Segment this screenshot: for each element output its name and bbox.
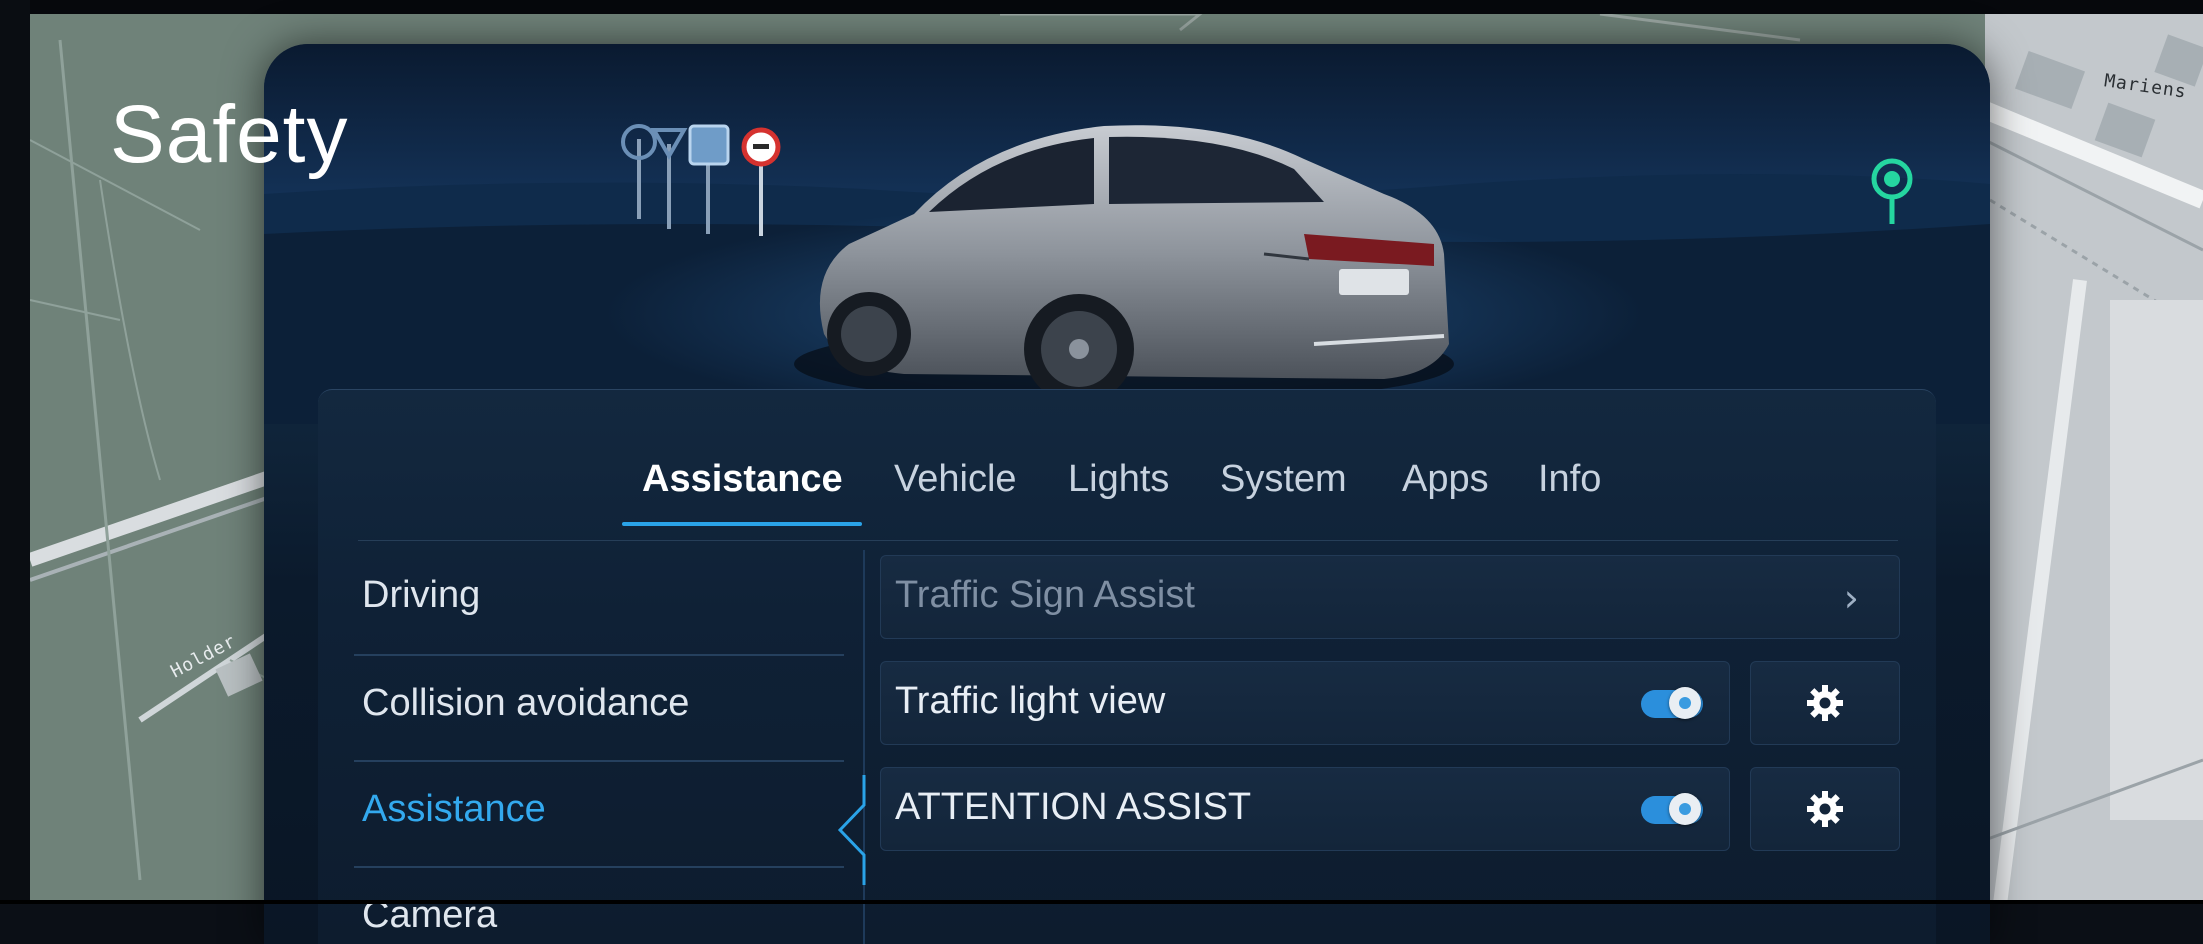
sidebar-item-label: Assistance [362,788,546,830]
traffic-sign-assist-label: Traffic Sign Assist [895,574,1195,616]
tab-lights[interactable]: Lights [1068,458,1169,501]
attention-assist-settings-button[interactable] [1750,767,1900,851]
tab-system[interactable]: System [1220,458,1347,501]
active-item-pointer-icon [837,775,866,885]
tab-vehicle[interactable]: Vehicle [894,458,1017,501]
sidebar-item-camera[interactable]: Camera [354,870,844,944]
traffic-light-view-toggle[interactable] [1641,687,1703,719]
sidebar-item-label: Collision avoidance [362,682,690,724]
traffic-light-view-label: Traffic light view [895,680,1166,722]
vehicle-hero-illustration [264,44,1990,424]
top-bar [0,0,2203,14]
gear-icon [1807,685,1843,721]
tab-info[interactable]: Info [1538,458,1601,501]
sidebar-divider [354,760,844,762]
tab-assistance[interactable]: Assistance [642,458,843,501]
toggle-knob [1669,687,1701,719]
left-edge [0,0,30,904]
tab-apps[interactable]: Apps [1402,458,1489,501]
safety-panel: Assistance Vehicle Lights System Apps In… [264,44,1990,944]
attention-assist-label: ATTENTION ASSIST [895,786,1252,828]
traffic-sign-assist-row[interactable]: Traffic Sign Assist › [880,555,1900,639]
sidebar-item-driving[interactable]: Driving [354,550,844,650]
tab-bar: Assistance Vehicle Lights System Apps In… [318,390,1936,541]
bottom-edge [0,900,2203,904]
traffic-light-view-settings-button[interactable] [1750,661,1900,745]
page-title: Safety [110,89,349,180]
settings-content: Assistance Vehicle Lights System Apps In… [318,389,1936,944]
tabs-divider [358,540,1898,541]
sidebar-divider [354,866,844,868]
traffic-light-view-row[interactable]: Traffic light view [880,661,1730,745]
attention-assist-toggle[interactable] [1641,793,1703,825]
chevron-right-icon: › [1843,576,1859,620]
attention-assist-row[interactable]: ATTENTION ASSIST [880,767,1730,851]
sidebar-item-assistance[interactable]: Assistance [354,764,844,864]
gear-icon [1807,791,1843,827]
sidebar-item-label: Driving [362,574,481,616]
toggle-knob [1669,793,1701,825]
sidebar-item-collision-avoidance[interactable]: Collision avoidance [354,658,844,758]
active-tab-indicator [622,522,862,526]
sidebar-divider [354,654,844,656]
